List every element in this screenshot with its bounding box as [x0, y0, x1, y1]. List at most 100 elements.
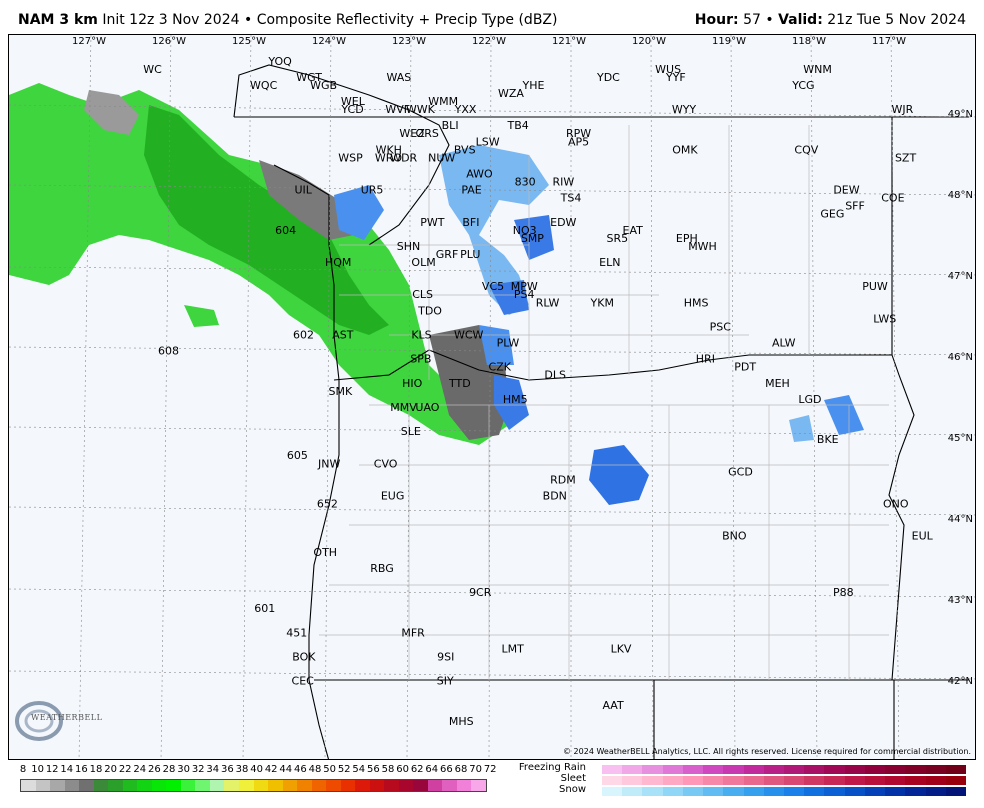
station-label: WSP [338, 151, 363, 164]
colorbar-label: 20 [104, 764, 117, 775]
station-label: GEG [820, 208, 844, 221]
station-label: RDM [550, 473, 576, 486]
station-label: 830 [515, 176, 536, 189]
station-label: YCD [340, 103, 363, 116]
ptype-swatch [905, 787, 926, 796]
colorbar-swatch [108, 780, 123, 791]
colorbar-swatch [209, 780, 225, 791]
product-name: Composite Reflectivity + Precip Type (dB… [256, 12, 558, 28]
colorbar-label: 30 [177, 764, 190, 775]
station-label: TB4 [506, 119, 528, 132]
station-label: SHN [397, 240, 420, 253]
reflectivity-colorbar: 8 10 12 14 16 18 20 22 24 26 28 30 32 34 36 38 40 42 44 46 4… [19, 764, 497, 804]
lat-label: 45°N [948, 433, 973, 444]
station-labels: WCYOQWGTWGBWQCWASWELYCD WVFWMMWWK YXXWZAYH… [143, 55, 933, 728]
map-panel[interactable]: 127°W 126°W 125°W 124°W 123°W 122°W 121°W 120°W… [8, 34, 976, 760]
colorbar-label: 38 [235, 764, 249, 775]
logo-text: WEATHERBELL [31, 713, 103, 722]
station-label: LKV [611, 642, 632, 655]
station-label: UR5 [361, 184, 384, 197]
station-label: DLS [544, 369, 566, 382]
colorbar-swatch [442, 780, 457, 791]
station-label: DEW [833, 184, 859, 197]
snow-area-8 [824, 395, 864, 435]
bullet-2: • [765, 12, 774, 28]
colorbar-swatch [238, 780, 254, 791]
station-label: YCG [791, 79, 814, 92]
ptype-label: Snow [559, 784, 586, 795]
station-label: PUW [862, 280, 888, 293]
station-label: EUL [912, 530, 934, 543]
ptype-row: Snow [500, 784, 976, 796]
lon-labels: 127°W 126°W 125°W 124°W 123°W 122°W 121°W 120°W… [72, 36, 906, 47]
ptype-swatch [602, 787, 623, 796]
station-label: 451 [286, 626, 307, 639]
station-label: MEH [765, 377, 790, 390]
colorbar-swatch [427, 780, 443, 791]
rain-cell [184, 305, 219, 327]
valid-label: Valid: [778, 12, 823, 28]
colorbar-label: 54 [352, 764, 366, 775]
ptype-swatch [662, 787, 683, 796]
colorbar-label: 18 [89, 764, 103, 775]
colorbar-label: 26 [148, 764, 161, 775]
station-label: WGB [310, 79, 337, 92]
or-id-border [888, 354, 915, 681]
colorbar-swatch [340, 780, 356, 791]
station-label: MMV [390, 401, 417, 414]
ptype-swatch [864, 787, 886, 796]
precip-layer [9, 83, 864, 505]
lon-label: 122°W [472, 36, 506, 47]
station-label: P88 [833, 586, 854, 599]
colorbar-label: 66 [440, 764, 453, 775]
state-borders [233, 64, 969, 759]
colorbar-label: 8 [19, 764, 27, 775]
colorbar-swatch [122, 780, 138, 791]
station-label: TDO [417, 304, 442, 317]
ptype-swatch [824, 787, 845, 796]
station-label: WDR [390, 151, 417, 164]
colorbar-swatch [282, 780, 298, 791]
bullet: • [244, 12, 253, 28]
station-label: MFR [401, 626, 425, 639]
ptype-swatch [743, 787, 764, 796]
model-name: NAM 3 km [18, 12, 98, 28]
station-label: WNM [803, 63, 832, 76]
station-label: COE [881, 192, 904, 205]
station-label: LWS [873, 312, 896, 325]
colorbar-swatch [151, 780, 167, 791]
station-label: SPB [410, 353, 431, 366]
station-label: HIO [402, 377, 423, 390]
station-label: PAE [461, 184, 481, 197]
colorbar-swatch [224, 780, 239, 791]
station-label: GRF [436, 248, 459, 261]
station-label: BNO [722, 530, 747, 543]
station-label: EUG [381, 489, 405, 502]
lon-label: 123°W [392, 36, 426, 47]
station-label: OTH [313, 546, 337, 559]
station-label: YXX [454, 103, 477, 116]
station-label: BDN [543, 489, 567, 502]
colorbar-swatch [398, 780, 414, 791]
colorbar-swatch [93, 780, 109, 791]
station-label: CQV [794, 143, 818, 156]
colorbar-label: 52 [337, 764, 351, 775]
ptype-bar [602, 787, 966, 796]
station-label: BOK [292, 650, 316, 663]
colorbar-label: 24 [133, 764, 147, 775]
station-label: 9CR [469, 586, 492, 599]
station-label: 604 [275, 224, 296, 237]
colorbar-swatch [64, 780, 80, 791]
colorbar-label: 10 [31, 764, 44, 775]
colorbar-swatch [311, 780, 327, 791]
colorbar-label: 68 [454, 764, 468, 775]
station-label: TS4 [560, 192, 582, 205]
colorbar-swatch [137, 780, 152, 791]
station-label: EDW [550, 216, 576, 229]
colorbar-swatch [456, 780, 472, 791]
lon-label: 121°W [552, 36, 586, 47]
station-label: WCW [454, 328, 484, 341]
ptype-swatch [703, 787, 724, 796]
colorbar-label: 22 [118, 764, 132, 775]
hour-label: Hour: [694, 12, 739, 28]
